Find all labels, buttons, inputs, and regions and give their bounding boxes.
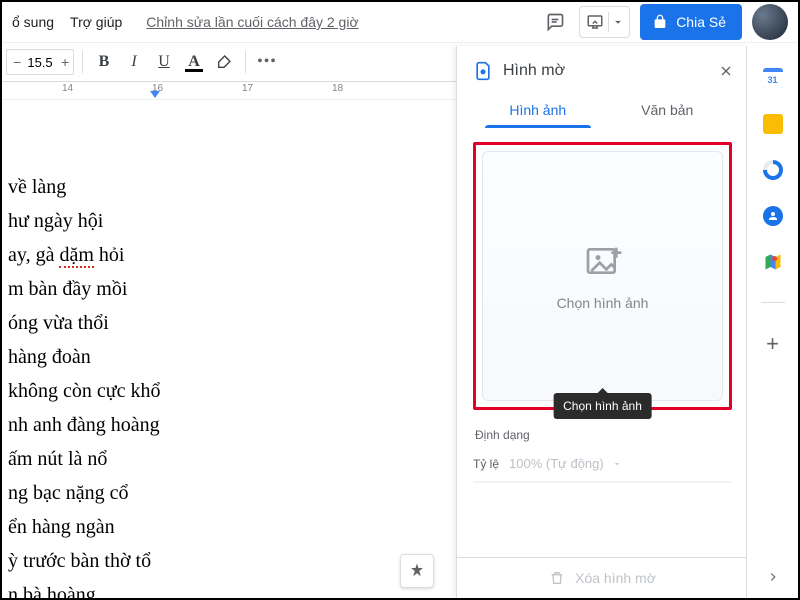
present-icon	[584, 13, 606, 31]
chevron-right-icon	[766, 570, 780, 584]
document-line[interactable]: hàng đoàn	[8, 340, 442, 374]
comments-icon[interactable]	[541, 8, 569, 36]
maps-app-icon[interactable]	[763, 252, 783, 272]
text-color-button[interactable]: A	[181, 49, 207, 75]
scale-select[interactable]: 100% (Tự động)	[509, 456, 622, 471]
watermark-icon	[473, 60, 493, 82]
get-addons-button[interactable]: +	[766, 333, 779, 355]
font-size-decrease[interactable]: −	[7, 50, 25, 74]
delete-watermark-label: Xóa hình mờ	[575, 570, 656, 586]
watermark-panel: Hình mờ Hình ảnh Văn bản Chọn hình ả	[456, 46, 748, 598]
italic-button[interactable]: I	[121, 49, 147, 75]
document-line[interactable]: ển hàng ngàn	[8, 510, 442, 544]
choose-image-label: Chọn hình ảnh	[557, 295, 649, 311]
tab-text[interactable]: Văn bản	[603, 92, 733, 128]
document-line[interactable]: n bà hoàng	[8, 578, 442, 598]
explore-icon	[408, 562, 426, 580]
share-button[interactable]: Chia Sẻ	[640, 4, 742, 40]
underline-button[interactable]: U	[151, 49, 177, 75]
ruler-mark: 17	[242, 83, 253, 94]
share-button-label: Chia Sẻ	[676, 14, 726, 30]
document-line[interactable]: m bàn đầy mồi	[8, 272, 442, 306]
panel-title: Hình mờ	[503, 62, 708, 80]
document-line[interactable]: về làng	[8, 170, 442, 204]
ruler-mark: 18	[332, 83, 343, 94]
format-section-label: Định dạng	[475, 428, 730, 442]
bold-button[interactable]: B	[91, 49, 117, 75]
document-line[interactable]: không còn cực khổ	[8, 374, 442, 408]
keep-app-icon[interactable]	[763, 114, 783, 134]
revision-history-link[interactable]: Chỉnh sửa lần cuối cách đây 2 giờ	[140, 10, 364, 34]
document-line[interactable]: ay, gà dặm hỏi	[8, 238, 442, 272]
tab-image[interactable]: Hình ảnh	[473, 92, 603, 128]
side-rail: ✓ +	[746, 46, 798, 598]
tutorial-highlight: Chọn hình ảnh Chọn hình ảnh	[473, 142, 732, 410]
trash-icon	[549, 570, 565, 586]
close-icon	[718, 63, 734, 79]
font-size-input[interactable]	[25, 54, 55, 71]
choose-image-tooltip: Chọn hình ảnh	[553, 393, 652, 419]
scale-label: Tỷ lệ	[473, 457, 499, 471]
menu-addons[interactable]: ổ sung	[6, 10, 60, 34]
document-canvas[interactable]: về lànghư ngày hộiay, gà dặm hỏim bàn đầ…	[2, 100, 442, 598]
delete-watermark-button[interactable]: Xóa hình mờ	[457, 557, 748, 598]
choose-image-dropzone[interactable]: Chọn hình ảnh	[482, 151, 723, 401]
spelling-error[interactable]: dặm	[59, 244, 93, 268]
document-line[interactable]: óng vừa thổi	[8, 306, 442, 340]
tasks-app-icon[interactable]: ✓	[763, 160, 783, 180]
highlight-button[interactable]	[211, 49, 237, 75]
scale-select-value: 100% (Tự động)	[509, 456, 604, 471]
document-line[interactable]: ấm nút là nổ	[8, 442, 442, 476]
document-line[interactable]: ỳ trước bàn thờ tổ	[8, 544, 442, 578]
collapse-rail-button[interactable]	[766, 570, 780, 584]
image-placeholder-icon	[583, 241, 623, 281]
account-avatar[interactable]	[752, 4, 788, 40]
lock-icon	[652, 14, 668, 30]
present-dropdown[interactable]	[579, 6, 630, 38]
indent-marker[interactable]	[150, 91, 160, 98]
document-line[interactable]: ng bạc nặng cổ	[8, 476, 442, 510]
document-line[interactable]: nh anh đàng hoàng	[8, 408, 442, 442]
panel-scrollbar[interactable]	[473, 481, 732, 483]
ruler-mark: 14	[62, 83, 73, 94]
toolbar-more[interactable]: •••	[254, 49, 280, 75]
contacts-app-icon[interactable]	[763, 206, 783, 226]
menu-help[interactable]: Trợ giúp	[64, 10, 128, 34]
chevron-down-icon	[611, 13, 625, 31]
calendar-app-icon[interactable]	[763, 68, 783, 88]
chevron-down-icon	[612, 459, 622, 469]
explore-button[interactable]	[400, 554, 434, 588]
document-line[interactable]: hư ngày hội	[8, 204, 442, 238]
panel-close-button[interactable]	[718, 63, 734, 79]
font-size-control[interactable]: − +	[6, 49, 74, 75]
font-size-increase[interactable]: +	[55, 50, 73, 74]
